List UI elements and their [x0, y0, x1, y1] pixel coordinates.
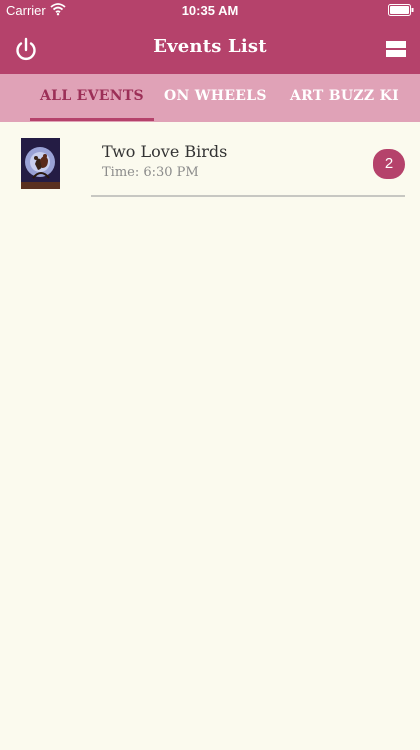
- menu-button[interactable]: [386, 41, 406, 59]
- page-title: Events List: [153, 36, 267, 57]
- tab-bar: ALL EVENTS ON WHEELS ART BUZZ KI: [0, 74, 420, 122]
- tab-art-buzz[interactable]: ART BUZZ KI: [283, 74, 420, 122]
- status-bar: Carrier 10:35 AM: [0, 0, 420, 22]
- status-time: 10:35 AM: [181, 3, 239, 18]
- battery-icon: [388, 4, 414, 16]
- active-tab-indicator: [30, 118, 154, 121]
- list-divider: [91, 195, 405, 197]
- event-thumbnail: [21, 138, 60, 189]
- menu-icon-bar: [386, 41, 406, 48]
- app-header: Carrier 10:35 AM Events List: [0, 0, 420, 74]
- tab-on-wheels[interactable]: ON WHEELS: [164, 74, 267, 122]
- event-name: Two Love Birds: [102, 142, 228, 161]
- menu-icon-bar: [386, 50, 406, 57]
- event-time: Time: 6:30 PM: [102, 165, 199, 180]
- events-list: Two Love Birds Time: 6:30 PM 2: [0, 122, 420, 198]
- count-badge: 2: [373, 149, 405, 179]
- tab-all-events[interactable]: ALL EVENTS: [30, 74, 154, 122]
- list-item[interactable]: Two Love Birds Time: 6:30 PM 2: [0, 122, 420, 198]
